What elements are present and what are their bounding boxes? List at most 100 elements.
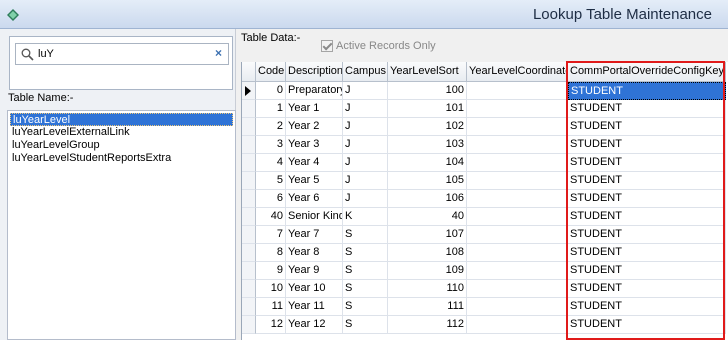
clear-search-icon[interactable]: × bbox=[215, 46, 222, 60]
table-cell[interactable]: 2 bbox=[256, 118, 286, 136]
table-cell[interactable]: Year 3 bbox=[286, 136, 343, 154]
table-cell[interactable]: STUDENT bbox=[568, 226, 726, 244]
table-cell[interactable]: Year 7 bbox=[286, 226, 343, 244]
table-cell[interactable]: 40 bbox=[256, 208, 286, 226]
table-cell[interactable]: 104 bbox=[388, 154, 467, 172]
table-cell[interactable]: STUDENT bbox=[568, 262, 726, 280]
table-cell[interactable]: STUDENT bbox=[568, 154, 726, 172]
table-cell[interactable]: STUDENT bbox=[568, 190, 726, 208]
table-cell[interactable]: Year 4 bbox=[286, 154, 343, 172]
table-cell[interactable]: J bbox=[343, 118, 388, 136]
table-list-item[interactable]: luYearLevelExternalLink bbox=[10, 126, 233, 139]
table-cell[interactable]: STUDENT bbox=[568, 280, 726, 298]
table-cell[interactable] bbox=[467, 82, 568, 100]
row-indicator[interactable] bbox=[242, 298, 256, 316]
row-indicator[interactable] bbox=[242, 172, 256, 190]
table-cell[interactable]: Year 9 bbox=[286, 262, 343, 280]
table-cell[interactable]: J bbox=[343, 172, 388, 190]
row-indicator[interactable] bbox=[242, 190, 256, 208]
table-cell[interactable]: S bbox=[343, 226, 388, 244]
table-cell[interactable]: STUDENT bbox=[568, 136, 726, 154]
row-indicator[interactable] bbox=[242, 280, 256, 298]
table-cell[interactable]: 108 bbox=[388, 244, 467, 262]
table-cell[interactable] bbox=[467, 244, 568, 262]
table-cell[interactable] bbox=[467, 280, 568, 298]
table-cell[interactable]: Year 10 bbox=[286, 280, 343, 298]
row-indicator[interactable] bbox=[242, 208, 256, 226]
table-cell[interactable]: 111 bbox=[388, 298, 467, 316]
row-indicator[interactable] bbox=[242, 154, 256, 172]
table-name-list[interactable]: luYearLevel luYearLevelExternalLink luYear… bbox=[7, 110, 236, 340]
table-cell[interactable]: S bbox=[343, 262, 388, 280]
table-cell[interactable]: Year 6 bbox=[286, 190, 343, 208]
table-cell[interactable]: 11 bbox=[256, 298, 286, 316]
table-list-item[interactable]: luYearLevelGroup bbox=[10, 139, 233, 152]
table-cell[interactable]: 105 bbox=[388, 172, 467, 190]
table-cell[interactable]: J bbox=[343, 154, 388, 172]
column-header[interactable]: CommPortalOverrideConfigKey5 bbox=[568, 62, 726, 82]
table-cell[interactable]: 8 bbox=[256, 244, 286, 262]
table-cell[interactable]: S bbox=[343, 298, 388, 316]
table-cell[interactable]: STUDENT bbox=[568, 316, 726, 334]
table-cell[interactable]: J bbox=[343, 82, 388, 100]
table-cell[interactable]: STUDENT bbox=[568, 244, 726, 262]
table-cell[interactable]: STUDENT bbox=[568, 118, 726, 136]
table-cell[interactable] bbox=[467, 262, 568, 280]
table-cell[interactable]: 109 bbox=[388, 262, 467, 280]
search-input[interactable] bbox=[38, 46, 208, 62]
table-cell[interactable] bbox=[467, 172, 568, 190]
table-cell[interactable] bbox=[467, 136, 568, 154]
table-cell[interactable]: 1 bbox=[256, 100, 286, 118]
table-cell[interactable]: K bbox=[343, 208, 388, 226]
column-header[interactable]: Campus bbox=[343, 62, 388, 82]
table-cell[interactable]: 100 bbox=[388, 82, 467, 100]
row-indicator[interactable] bbox=[242, 262, 256, 280]
table-cell[interactable]: STUDENT bbox=[568, 298, 726, 316]
table-cell[interactable]: Year 5 bbox=[286, 172, 343, 190]
table-cell[interactable]: J bbox=[343, 190, 388, 208]
table-cell[interactable]: 0 bbox=[256, 82, 286, 100]
table-cell[interactable]: S bbox=[343, 244, 388, 262]
row-indicator[interactable] bbox=[242, 82, 256, 100]
table-cell[interactable]: Senior Kindergarten bbox=[286, 208, 343, 226]
table-cell[interactable]: 107 bbox=[388, 226, 467, 244]
table-cell[interactable]: S bbox=[343, 280, 388, 298]
table-list-item[interactable]: luYearLevel bbox=[10, 113, 233, 126]
table-cell[interactable]: 103 bbox=[388, 136, 467, 154]
row-indicator[interactable] bbox=[242, 226, 256, 244]
data-grid[interactable]: Code Description Campus YearLevelSort YearLe… bbox=[241, 62, 728, 340]
row-indicator[interactable] bbox=[242, 136, 256, 154]
table-cell[interactable]: STUDENT bbox=[568, 172, 726, 190]
table-cell[interactable]: 5 bbox=[256, 172, 286, 190]
table-cell[interactable]: 3 bbox=[256, 136, 286, 154]
table-cell[interactable]: 40 bbox=[388, 208, 467, 226]
table-cell[interactable]: 102 bbox=[388, 118, 467, 136]
table-cell[interactable]: Year 2 bbox=[286, 118, 343, 136]
table-cell[interactable] bbox=[467, 100, 568, 118]
active-records-checkbox[interactable]: Active Records Only bbox=[321, 40, 436, 52]
row-indicator[interactable] bbox=[242, 316, 256, 334]
table-cell[interactable]: Year 11 bbox=[286, 298, 343, 316]
table-cell[interactable] bbox=[467, 226, 568, 244]
table-cell[interactable] bbox=[467, 154, 568, 172]
column-header[interactable]: Description bbox=[286, 62, 343, 82]
table-cell[interactable] bbox=[467, 118, 568, 136]
table-cell[interactable]: Year 1 bbox=[286, 100, 343, 118]
table-cell[interactable]: Year 12 bbox=[286, 316, 343, 334]
table-cell[interactable]: STUDENT bbox=[568, 100, 726, 118]
table-cell[interactable]: 110 bbox=[388, 280, 467, 298]
row-indicator[interactable] bbox=[242, 100, 256, 118]
column-header[interactable]: YearLevelCoordinator bbox=[467, 62, 568, 82]
table-cell[interactable]: 6 bbox=[256, 190, 286, 208]
table-cell[interactable] bbox=[467, 208, 568, 226]
table-cell[interactable]: Preparatory bbox=[286, 82, 343, 100]
table-cell[interactable] bbox=[467, 298, 568, 316]
table-cell[interactable]: STUDENT bbox=[568, 208, 726, 226]
table-cell[interactable]: 112 bbox=[388, 316, 467, 334]
table-cell[interactable]: 9 bbox=[256, 262, 286, 280]
search-field[interactable]: × bbox=[15, 43, 229, 65]
table-cell[interactable]: Year 8 bbox=[286, 244, 343, 262]
table-cell[interactable]: 10 bbox=[256, 280, 286, 298]
row-indicator[interactable] bbox=[242, 118, 256, 136]
table-cell[interactable]: 7 bbox=[256, 226, 286, 244]
